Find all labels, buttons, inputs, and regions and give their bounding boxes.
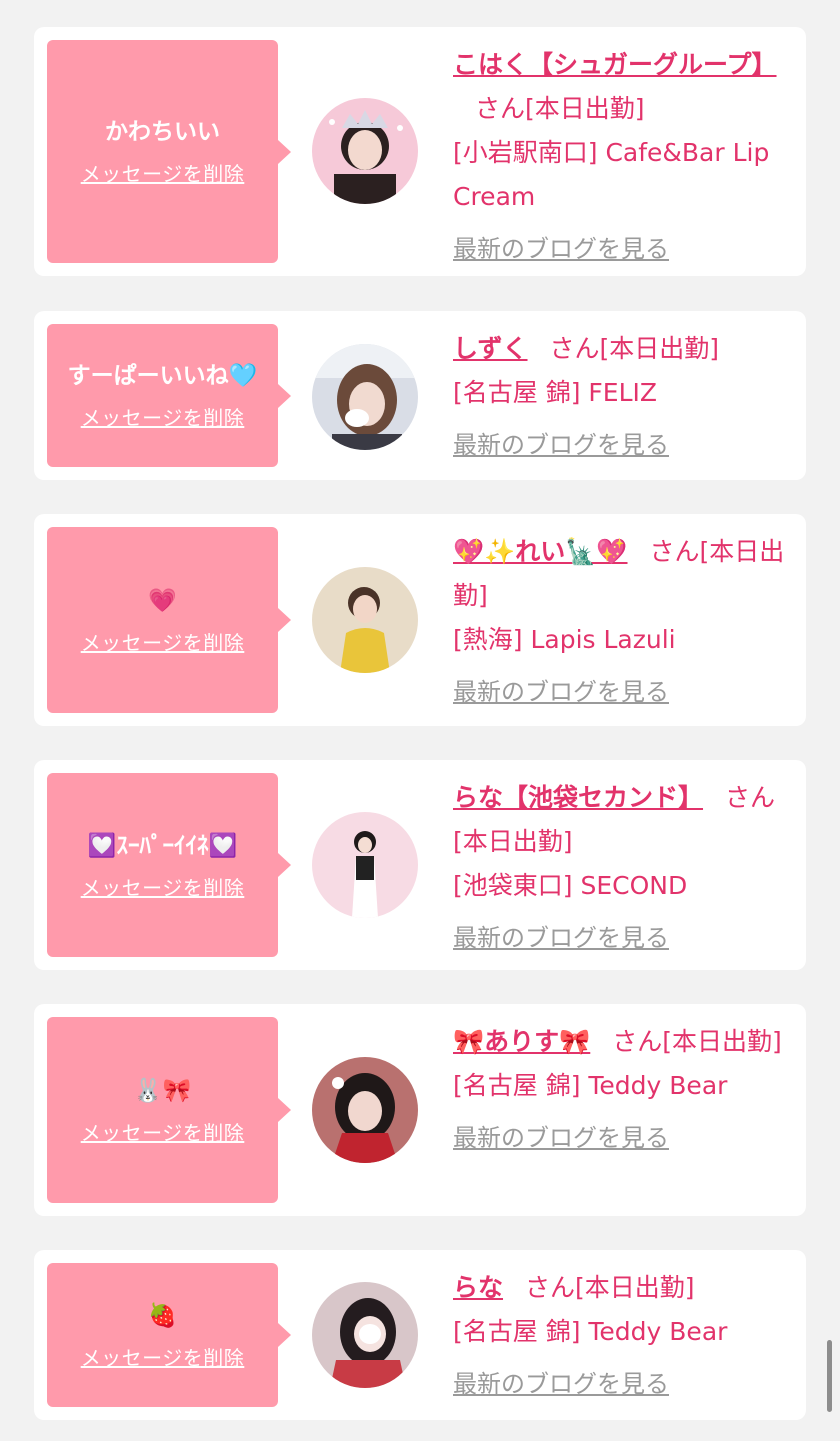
avatar-image (312, 567, 418, 673)
cast-info: こはく【シュガーグループ】さん[本日出勤] [小岩駅南口] Cafe&Bar L… (453, 43, 788, 271)
cast-info: らな【池袋セカンド】 さん [本日出勤] [池袋東口] SECOND 最新のブログを… (453, 776, 788, 960)
honorific: さん (475, 94, 526, 123)
cast-name-link[interactable]: 💖✨れい🗽💖 (453, 537, 628, 566)
message-card: 💟ｽｰﾊﾟｰｲｲﾈ💟 メッセージを削除 らな【池袋セカンド】 さん [本日出勤] [… (34, 760, 806, 970)
avatar-image (312, 344, 418, 450)
latest-blog-link[interactable]: 最新のブログを見る (453, 1362, 669, 1406)
shop-name: [名古屋 錦] FELIZ (453, 378, 658, 407)
shop-name: [小岩駅南口] Cafe&Bar Lip Cream (453, 138, 770, 211)
message-bubble: すーぱーいいね🩵 メッセージを削除 (47, 324, 278, 467)
favorite-message-list: かわちいい メッセージを削除 こはく【シュガーグループ】さん[本日出勤] [小岩… (0, 0, 840, 1441)
latest-blog-link[interactable]: 最新のブログを見る (453, 670, 669, 714)
honorific: さん (649, 537, 700, 566)
cast-name-link[interactable]: こはく【シュガーグループ】 (453, 50, 777, 79)
work-status: [本日出勤] (662, 1027, 782, 1056)
shop-name: [名古屋 錦] Teddy Bear (453, 1071, 728, 1100)
message-bubble: 🐰🎀 メッセージを削除 (47, 1017, 278, 1203)
cast-name-link[interactable]: らな (453, 1273, 503, 1302)
message-text: 🐰🎀 (133, 1077, 192, 1104)
latest-blog-link[interactable]: 最新のブログを見る (453, 1116, 669, 1160)
message-text: かわちいい (105, 119, 220, 145)
latest-blog-link[interactable]: 最新のブログを見る (453, 423, 669, 467)
avatar[interactable] (312, 812, 418, 918)
message-card: 💗 メッセージを削除 💖✨れい🗽💖 さん[本日出勤] [熱海] Lapis Laz… (34, 514, 806, 726)
message-text: すーぱーいいね🩵 (67, 363, 258, 389)
avatar[interactable] (312, 567, 418, 673)
avatar-image (312, 812, 418, 918)
avatar[interactable] (312, 1282, 418, 1388)
message-text: 💗 (148, 587, 177, 614)
cast-info: しずく さん[本日出勤] [名古屋 錦] FELIZ 最新のブログを見る (453, 327, 788, 467)
cast-name-link[interactable]: 🎀ありす🎀 (453, 1027, 590, 1056)
cast-info: らな さん[本日出勤] [名古屋 錦] Teddy Bear 最新のブログを見る (453, 1266, 788, 1406)
avatar-image (312, 98, 418, 204)
shop-name: [熱海] Lapis Lazuli (453, 625, 676, 654)
cast-info: 🎀ありす🎀 さん[本日出勤] [名古屋 錦] Teddy Bear 最新のブログを… (453, 1020, 788, 1160)
message-card: 🐰🎀 メッセージを削除 🎀ありす🎀 さん[本日出勤] [名古屋 錦] Teddy … (34, 1004, 806, 1216)
avatar-image (312, 1282, 418, 1388)
honorific: さん (525, 1273, 576, 1302)
latest-blog-link[interactable]: 最新のブログを見る (453, 227, 669, 271)
avatar[interactable] (312, 98, 418, 204)
delete-message-link[interactable]: メッセージを削除 (81, 402, 245, 431)
avatar[interactable] (312, 1057, 418, 1163)
honorific: さん (549, 334, 600, 363)
message-text: 💟ｽｰﾊﾟｰｲｲﾈ💟 (87, 832, 238, 859)
latest-blog-link[interactable]: 最新のブログを見る (453, 916, 669, 960)
delete-message-link[interactable]: メッセージを削除 (81, 872, 245, 901)
work-status: [本日出勤] (575, 1273, 695, 1302)
message-card: 🍓 メッセージを削除 らな さん[本日出勤] [名古屋 錦] Teddy Bear… (34, 1250, 806, 1420)
shop-name: [名古屋 錦] Teddy Bear (453, 1317, 728, 1346)
honorific: さん (725, 783, 776, 812)
delete-message-link[interactable]: メッセージを削除 (81, 1342, 245, 1371)
message-card: かわちいい メッセージを削除 こはく【シュガーグループ】さん[本日出勤] [小岩… (34, 27, 806, 276)
work-status: [本日出勤] (599, 334, 720, 363)
message-bubble: 🍓 メッセージを削除 (47, 1263, 278, 1407)
shop-name: [池袋東口] SECOND (453, 871, 688, 900)
message-text: 🍓 (148, 1302, 177, 1329)
avatar[interactable] (312, 344, 418, 450)
avatar-image (312, 1057, 418, 1163)
delete-message-link[interactable]: メッセージを削除 (81, 1117, 245, 1146)
message-bubble: 💟ｽｰﾊﾟｰｲｲﾈ💟 メッセージを削除 (47, 773, 278, 957)
cast-name-link[interactable]: しずく (453, 334, 528, 363)
message-bubble: 💗 メッセージを削除 (47, 527, 278, 713)
scrollbar[interactable] (827, 1340, 832, 1412)
delete-message-link[interactable]: メッセージを削除 (81, 627, 245, 656)
message-card: すーぱーいいね🩵 メッセージを削除 しずく さん[本日出勤] [名古屋 錦] FE… (34, 311, 806, 480)
work-status: [本日出勤] (525, 94, 645, 123)
delete-message-link[interactable]: メッセージを削除 (81, 158, 245, 187)
cast-name-link[interactable]: らな【池袋セカンド】 (453, 783, 703, 812)
message-bubble: かわちいい メッセージを削除 (47, 40, 278, 263)
cast-info: 💖✨れい🗽💖 さん[本日出勤] [熱海] Lapis Lazuli 最新のブログを… (453, 530, 788, 714)
work-status: [本日出勤] (453, 827, 573, 856)
honorific: さん (612, 1027, 663, 1056)
